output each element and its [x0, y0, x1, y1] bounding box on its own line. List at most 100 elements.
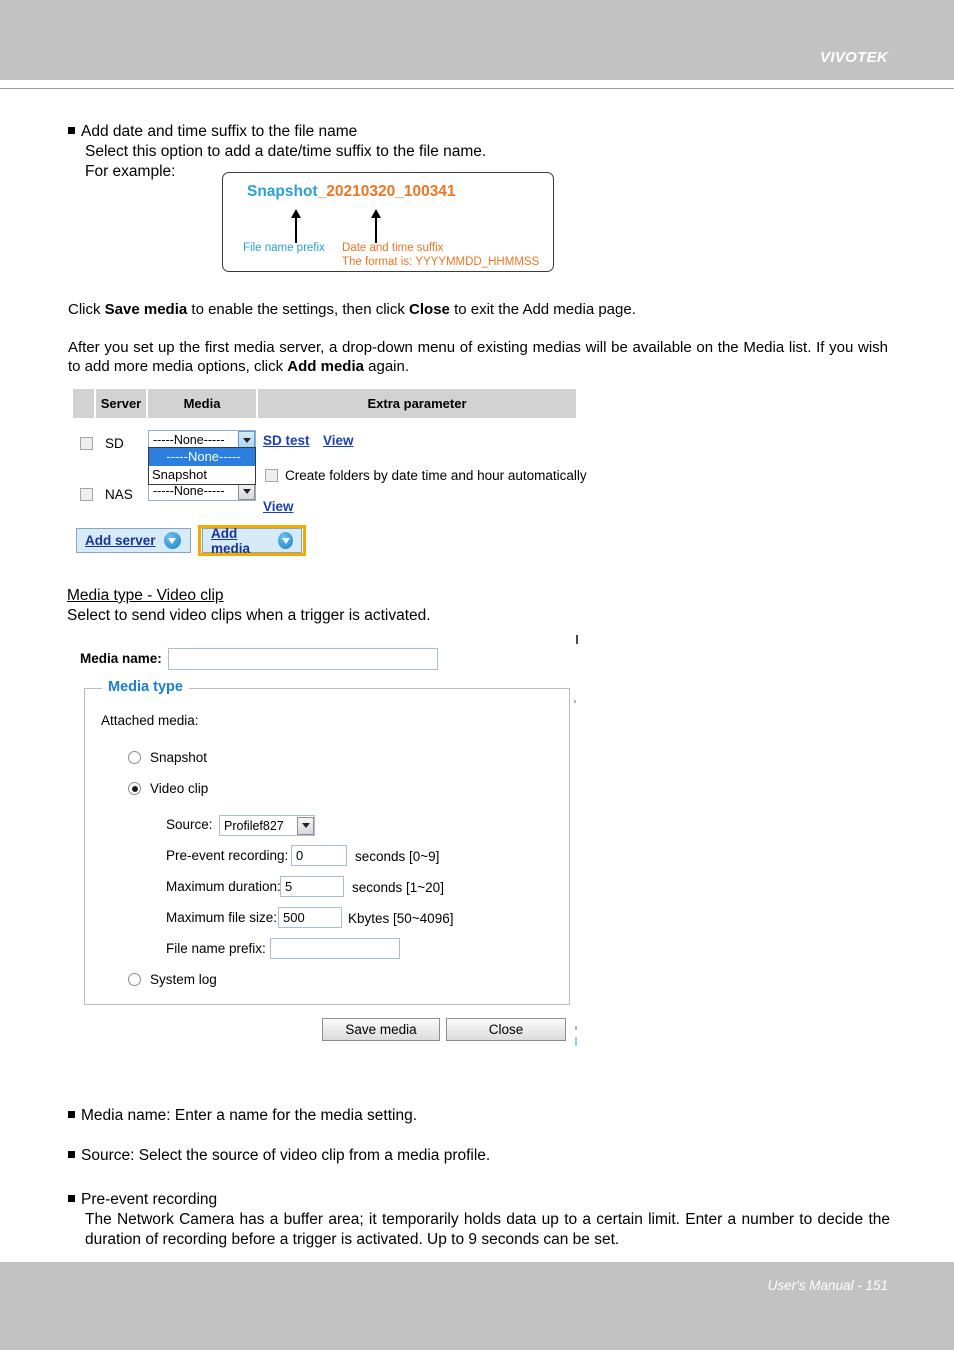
text-add-media-bold: Add media [287, 358, 364, 375]
note-source: Source: Select the source of video clip … [68, 1146, 888, 1166]
pre-event-recording-label: Pre-event recording: [166, 848, 289, 863]
section-heading-block: Media type - Video clip Select to send v… [67, 586, 627, 626]
row-checkbox-nas[interactable] [80, 487, 93, 501]
header-divider [0, 88, 954, 89]
example-box: Snapshot_20210320_100341 File name prefi… [222, 172, 554, 272]
arrow-head-prefix-icon [291, 209, 301, 218]
example-filename-suffix: _20210320_100341 [317, 183, 456, 200]
radio-system-log-icon[interactable] [128, 973, 141, 986]
pre-event-recording-input[interactable]: 0 [291, 845, 347, 866]
text-dropdown-note: After you set up the first media server,… [68, 339, 888, 375]
example-filename: Snapshot_20210320_100341 [247, 183, 456, 201]
media-name-label: Media name: [80, 651, 162, 666]
scan-artifact [575, 1026, 577, 1030]
maximum-file-size-label: Maximum file size: [166, 910, 278, 925]
bullet-square-icon [68, 127, 75, 134]
link-view-nas[interactable]: View [263, 499, 294, 514]
column-header-server: Server [96, 389, 148, 418]
section-heading: Media type - Video clip [67, 587, 224, 604]
maximum-file-size-unit: Kbytes [50~4096] [348, 911, 454, 926]
page-header [0, 0, 954, 80]
text-close-bold: Close [409, 301, 450, 318]
maximum-duration-label: Maximum duration: [166, 879, 281, 894]
note-media-name-title: Media name: Enter a name for the media s… [81, 1107, 418, 1124]
column-header-checkbox [73, 389, 96, 418]
radio-video-clip-label: Video clip [150, 781, 209, 796]
table-row-nas: NAS [80, 481, 133, 507]
radio-row-snapshot[interactable]: Snapshot [128, 750, 207, 765]
pre-event-recording-row: Pre-event recording: [166, 848, 288, 863]
note-pre-event-title: Pre-event recording [81, 1191, 218, 1208]
radio-snapshot-label: Snapshot [150, 750, 208, 765]
radio-video-clip-icon[interactable] [128, 782, 141, 795]
bullet-square-icon [68, 1111, 75, 1118]
arrow-shaft-prefix-icon [295, 218, 297, 243]
bullet-square-icon [68, 1151, 75, 1158]
create-folders-checkbox-row[interactable]: Create folders by date time and hour aut… [265, 468, 587, 483]
maximum-duration-unit: seconds [1~20] [352, 880, 444, 895]
media-name-input[interactable] [168, 648, 438, 670]
scan-artifact [575, 1037, 577, 1046]
text-click: Click [68, 301, 105, 318]
column-header-media: Media [148, 389, 258, 418]
source-select[interactable]: Profilef827 [219, 815, 315, 836]
scan-artifact [576, 635, 578, 644]
paragraph-dropdown-note: After you set up the first media server,… [68, 338, 888, 376]
radio-system-log-label: System log [150, 972, 217, 987]
save-media-button[interactable]: Save media [322, 1018, 440, 1041]
attached-media-label: Attached media: [101, 713, 199, 728]
example-filename-prefix: Snapshot [247, 183, 318, 200]
column-header-extra-parameter: Extra parameter [367, 396, 467, 411]
file-name-prefix-input[interactable] [270, 938, 400, 959]
media-select-nas-value: -----None----- [153, 484, 225, 498]
file-name-prefix-label: File name prefix: [166, 941, 266, 956]
source-row: Source: [166, 817, 213, 832]
link-sd-test[interactable]: SD test [263, 433, 310, 448]
text-save-media-bold: Save media [104, 301, 188, 318]
dropdown-option-snapshot[interactable]: Snapshot [149, 466, 255, 484]
radio-row-system-log[interactable]: System log [128, 972, 217, 987]
brand-logo: VIVOTEK [820, 49, 888, 66]
text-exit-page: to exit the Add media page. [449, 301, 636, 318]
close-button[interactable]: Close [446, 1018, 566, 1041]
example-label-suffix: Date and time suffix [342, 242, 444, 254]
create-folders-label: Create folders by date time and hour aut… [285, 468, 587, 483]
arrow-head-suffix-icon [371, 209, 381, 218]
paragraph-save-close: Click Save media to enable the settings,… [68, 300, 888, 319]
create-folders-checkbox[interactable] [265, 469, 278, 482]
dropdown-option-none[interactable]: -----None----- [149, 448, 255, 466]
text-enable-settings: to enable the settings, then click [187, 301, 410, 318]
radio-row-video-clip[interactable]: Video clip [128, 781, 208, 796]
text-again: again. [363, 358, 410, 375]
intro-bullet-title: Add date and time suffix to the file nam… [81, 123, 358, 140]
add-server-label: Add server [85, 533, 156, 548]
media-type-legend: Media type [102, 679, 189, 695]
add-server-button[interactable]: Add server [76, 528, 191, 553]
maximum-file-size-input[interactable]: 500 [278, 907, 342, 928]
add-media-highlight [198, 525, 306, 556]
link-view-sd[interactable]: View [323, 433, 354, 448]
example-label-prefix: File name prefix [243, 242, 325, 254]
page-footer [0, 1262, 954, 1350]
note-source-title: Source: Select the source of video clip … [81, 1147, 491, 1164]
media-list-table: Server Media Extra parameter [73, 389, 576, 418]
source-select-value: Profilef827 [224, 818, 284, 833]
maximum-file-size-row: Maximum file size: [166, 910, 277, 925]
chevron-down-icon[interactable] [297, 816, 314, 835]
row-label-nas: NAS [105, 486, 133, 502]
maximum-duration-row: Maximum duration: [166, 879, 281, 894]
radio-snapshot-icon[interactable] [128, 751, 141, 764]
maximum-duration-input[interactable]: 5 [280, 876, 344, 897]
arrow-shaft-suffix-icon [375, 218, 377, 243]
table-row-sd: SD [80, 430, 124, 456]
scan-artifact [574, 700, 576, 703]
media-select-sd-dropdown[interactable]: -----None----- Snapshot [148, 447, 256, 485]
note-pre-event-body: The Network Camera has a buffer area; it… [85, 1211, 890, 1248]
footer-page-label: User's Manual - 151 [767, 1278, 888, 1293]
example-label-format: The format is: YYYYMMDD_HHMMSS [342, 256, 540, 268]
file-name-prefix-row: File name prefix: [166, 941, 266, 956]
row-checkbox-sd[interactable] [80, 436, 93, 450]
media-select-sd-value: -----None----- [153, 433, 225, 447]
section-subtext: Select to send video clips when a trigge… [67, 607, 431, 624]
intro-line-1: Select this option to add a date/time su… [85, 143, 487, 160]
